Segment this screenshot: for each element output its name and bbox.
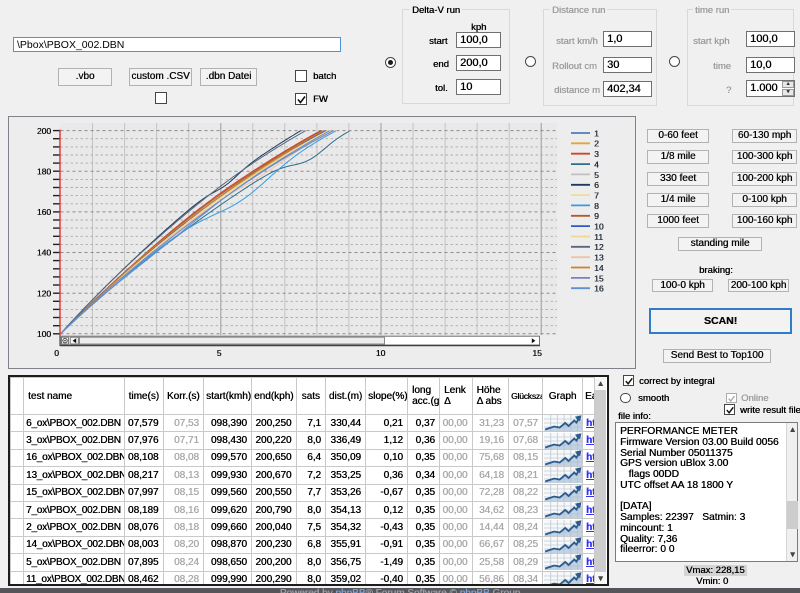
svg-text:15: 15 <box>594 273 604 283</box>
svg-text:10: 10 <box>376 348 386 358</box>
svg-text:7: 7 <box>594 191 599 201</box>
svg-text:9: 9 <box>594 211 599 221</box>
svg-text:12: 12 <box>594 242 604 252</box>
svg-text:100: 100 <box>37 329 51 339</box>
svg-text:16: 16 <box>594 284 604 294</box>
svg-text:10: 10 <box>594 222 604 232</box>
svg-text:0: 0 <box>54 348 59 358</box>
svg-text:4: 4 <box>594 160 599 170</box>
svg-text:140: 140 <box>37 248 51 258</box>
svg-text:160: 160 <box>37 207 51 217</box>
svg-text:3: 3 <box>594 149 599 159</box>
svg-text:120: 120 <box>37 288 51 298</box>
svg-text:5: 5 <box>217 348 222 358</box>
svg-text:200: 200 <box>37 126 51 136</box>
svg-text:13: 13 <box>594 253 604 263</box>
svg-text:1: 1 <box>594 128 599 138</box>
svg-text:5: 5 <box>594 170 599 180</box>
svg-text:15: 15 <box>532 348 542 358</box>
svg-text:11: 11 <box>594 232 603 242</box>
svg-text:6: 6 <box>594 180 599 190</box>
svg-text:8: 8 <box>594 201 599 211</box>
svg-text:2: 2 <box>594 139 599 149</box>
svg-text:14: 14 <box>594 263 604 273</box>
svg-text:180: 180 <box>37 166 51 176</box>
